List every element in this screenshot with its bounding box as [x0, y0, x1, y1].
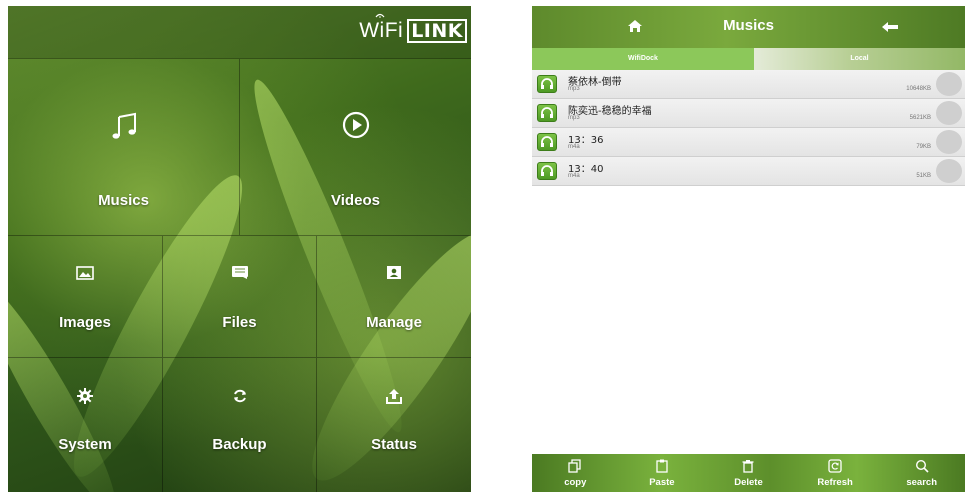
logo-wifi-text: WiFi: [359, 19, 404, 42]
tile-label: Musics: [98, 192, 149, 209]
list-item[interactable]: 13：36 m4a 79KB: [532, 128, 965, 157]
list-item[interactable]: 蔡依林-倒带 mp3 10648KB: [532, 70, 965, 99]
headphones-icon: [537, 104, 557, 122]
tile-label: Images: [59, 314, 111, 331]
back-arrow-icon[interactable]: [881, 21, 899, 33]
toolbar-label: Refresh: [817, 477, 853, 488]
file-size: 51KB: [916, 173, 931, 179]
file-size: 10648KB: [906, 86, 931, 92]
toolbar-label: search: [906, 477, 937, 488]
select-checkbox[interactable]: [936, 159, 962, 183]
tile-label: Manage: [366, 314, 422, 331]
source-tabs: WifiDock Local: [532, 48, 965, 70]
toolbar-label: Delete: [734, 477, 763, 488]
home-menu-panel: WiFi LINK Musics Videos Images Files Man…: [8, 6, 471, 492]
list-item[interactable]: 13：40 m4a 51KB: [532, 157, 965, 186]
logo-link-text: LINK: [407, 19, 467, 43]
sync-icon: [233, 389, 246, 403]
tile-label: Backup: [212, 436, 267, 453]
search-icon: [915, 459, 929, 473]
refresh-icon: [828, 459, 842, 473]
upload-icon: [386, 389, 402, 404]
home-header: WiFi LINK: [8, 6, 471, 58]
select-checkbox[interactable]: [936, 101, 962, 125]
wifi-link-logo: WiFi LINK: [359, 13, 467, 43]
headphones-icon: [537, 75, 557, 93]
tile-images[interactable]: Images: [8, 236, 163, 358]
tile-musics[interactable]: Musics: [8, 58, 240, 236]
tile-label: System: [58, 436, 112, 453]
musics-header: Musics: [532, 6, 965, 48]
file-size: 5621KB: [909, 115, 931, 121]
file-type: m4a: [568, 144, 580, 150]
page-title: Musics: [723, 17, 774, 34]
play-circle-icon: [342, 111, 369, 139]
tile-backup[interactable]: Backup: [163, 358, 317, 492]
copy-button[interactable]: copy: [532, 454, 619, 492]
headphones-icon: [537, 133, 557, 151]
file-type: m4a: [568, 173, 580, 179]
toolbar-label: Paste: [649, 477, 675, 488]
file-size: 79KB: [916, 144, 931, 150]
paste-icon: [656, 459, 668, 473]
refresh-button[interactable]: Refresh: [792, 454, 879, 492]
bottom-toolbar: copy Paste Delete Refresh search: [532, 454, 965, 492]
tile-status[interactable]: Status: [317, 358, 471, 492]
music-note-icon: [112, 112, 136, 139]
search-button[interactable]: search: [878, 454, 965, 492]
file-type: mp3: [568, 115, 580, 121]
tile-label: Videos: [331, 192, 380, 209]
file-name: 陈奕迅-稳稳的幸福: [568, 106, 652, 117]
select-checkbox[interactable]: [936, 130, 962, 154]
contact-card-icon: [387, 266, 401, 279]
tab-local[interactable]: Local: [754, 48, 965, 70]
toolbar-label: copy: [564, 477, 587, 488]
list-item[interactable]: 陈奕迅-稳稳的幸福 mp3 5621KB: [532, 99, 965, 128]
file-icon: [231, 266, 248, 279]
tile-label: Status: [371, 436, 417, 453]
select-checkbox[interactable]: [936, 72, 962, 96]
copy-icon: [568, 459, 581, 473]
tile-files[interactable]: Files: [163, 236, 317, 358]
tab-wifidock[interactable]: WifiDock: [532, 48, 754, 70]
tile-videos[interactable]: Videos: [240, 58, 471, 236]
musics-panel: Musics WifiDock Local 蔡依林-倒带 mp3 10648KB…: [532, 6, 965, 492]
paste-button[interactable]: Paste: [619, 454, 706, 492]
music-file-list: 蔡依林-倒带 mp3 10648KB 陈奕迅-稳稳的幸福 mp3 5621KB …: [532, 70, 965, 186]
gear-icon: [77, 388, 93, 404]
trash-icon: [742, 460, 754, 473]
headphones-icon: [537, 162, 557, 180]
image-icon: [76, 266, 94, 280]
file-type: mp3: [568, 86, 580, 92]
delete-button[interactable]: Delete: [705, 454, 792, 492]
tile-manage[interactable]: Manage: [317, 236, 471, 358]
tile-label: Files: [222, 314, 257, 331]
tile-system[interactable]: System: [8, 358, 163, 492]
